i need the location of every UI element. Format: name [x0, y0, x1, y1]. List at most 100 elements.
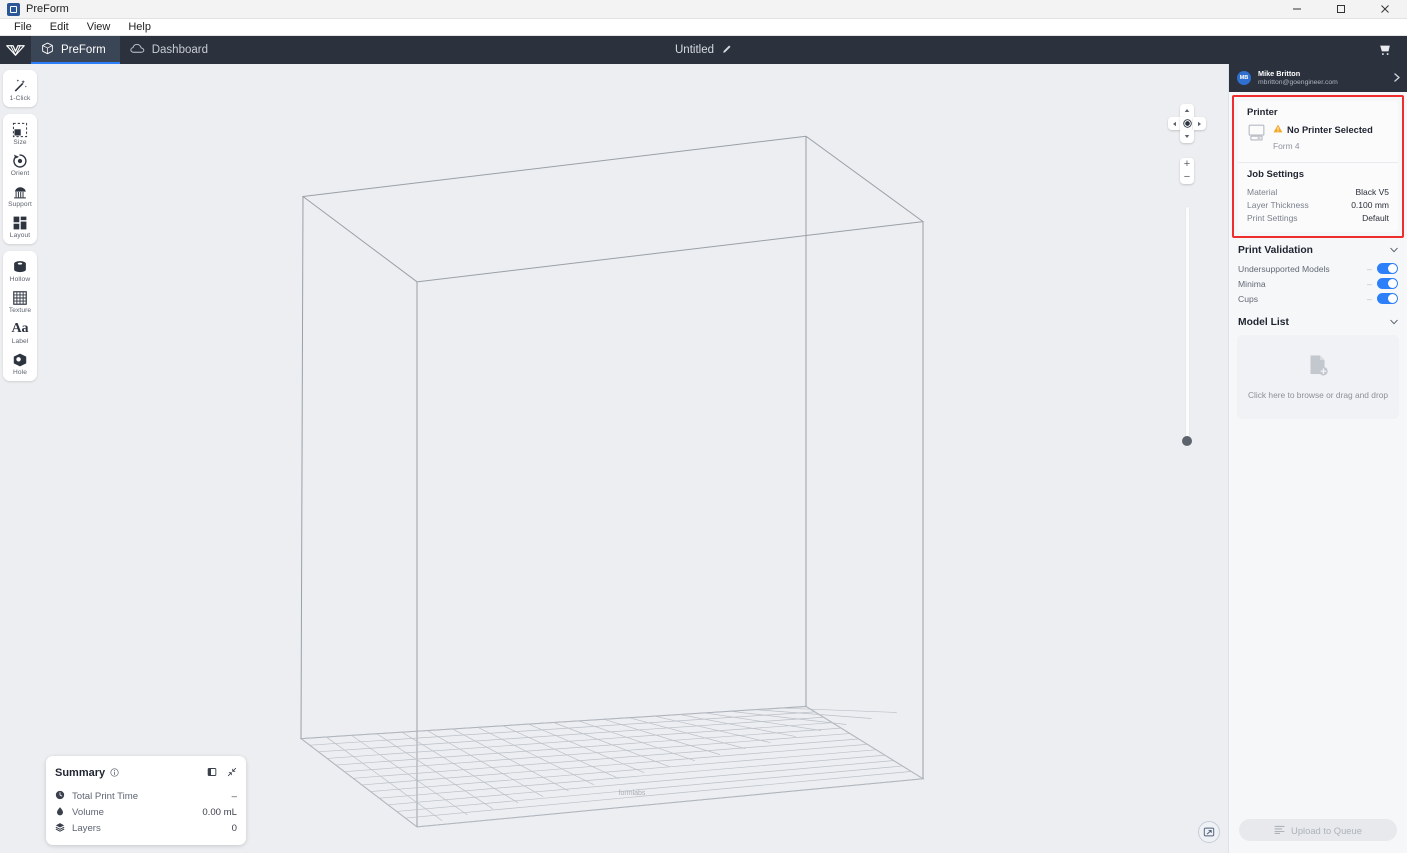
volume-icon	[55, 806, 65, 819]
tool-hollow[interactable]: Hollow	[3, 255, 37, 286]
job-row-layer-thickness[interactable]: Layer Thickness 0.100 mm	[1247, 198, 1389, 211]
printer-section-title: Printer	[1247, 107, 1278, 118]
tool-one-click-label: 1-Click	[9, 95, 31, 102]
tool-one-click[interactable]: 1-Click	[3, 74, 37, 105]
cloud-icon	[130, 43, 145, 57]
platform-logo-text: formlabs	[619, 790, 646, 797]
app-logo-icon	[7, 2, 20, 16]
red-highlight-box: Printer No Printer Selected Form 4 Job S…	[1232, 95, 1404, 238]
zoom-in-button[interactable]: +	[1180, 158, 1194, 171]
caret-down-icon[interactable]	[1390, 246, 1398, 255]
fit-to-view-icon[interactable]	[1198, 821, 1220, 843]
validation-row-undersupported: Undersupported Models –	[1229, 261, 1407, 276]
printer-status-text: No Printer Selected Form 4	[1273, 123, 1373, 154]
job-row-material-value: Black V5	[1355, 186, 1389, 197]
summary-row-print-time: Total Print Time –	[55, 788, 237, 804]
job-row-layer-thickness-value: 0.100 mm	[1351, 199, 1389, 210]
menu-view[interactable]: View	[78, 19, 120, 36]
tab-preform[interactable]: PreForm	[31, 36, 120, 64]
minimize-button[interactable]	[1275, 0, 1319, 19]
validation-toggle-undersupported[interactable]	[1377, 263, 1398, 274]
summary-row-layers-label: Layers	[72, 822, 101, 834]
print-validation-header[interactable]: Print Validation	[1229, 238, 1407, 261]
model-list-header[interactable]: Model List	[1229, 306, 1407, 333]
job-settings-section[interactable]: Job Settings Material Black V5 Layer Thi…	[1238, 162, 1398, 232]
pan-down-button[interactable]	[1180, 130, 1194, 143]
tool-support-label: Support	[8, 201, 32, 208]
preform-application-window: PreForm File Edit View Help PreForm Dash…	[0, 0, 1407, 853]
account-email: mbritton@goengineer.com	[1258, 79, 1338, 86]
account-name: Mike Britton	[1258, 69, 1301, 78]
app-header: PreForm Dashboard Untitled	[0, 36, 1407, 64]
validation-row-cups-label: Cups	[1238, 293, 1259, 304]
text-label-icon: Aa	[11, 320, 29, 336]
recenter-button[interactable]	[1180, 117, 1194, 130]
collapse-icon[interactable]	[227, 764, 237, 782]
validation-toggle-cups[interactable]	[1377, 293, 1398, 304]
cube-icon	[41, 42, 54, 58]
tool-hole[interactable]: Hole	[3, 348, 37, 379]
menubar: File Edit View Help	[0, 19, 1407, 36]
pencil-icon[interactable]	[722, 44, 732, 57]
job-row-print-settings-label: Print Settings	[1247, 212, 1298, 223]
validation-row-minima-dash: –	[1366, 278, 1372, 289]
menu-file[interactable]: File	[5, 19, 41, 36]
tool-hole-label: Hole	[13, 369, 27, 376]
printer-status-label: No Printer Selected	[1287, 124, 1373, 135]
tool-label[interactable]: Aa Label	[3, 317, 37, 348]
layout-grid-icon	[12, 214, 28, 231]
job-settings-title: Job Settings	[1247, 169, 1305, 180]
tool-orient-label: Orient	[10, 170, 30, 177]
maximize-button[interactable]	[1319, 0, 1363, 19]
caret-down-icon[interactable]	[1390, 318, 1398, 327]
menu-help[interactable]: Help	[119, 19, 160, 36]
close-button[interactable]	[1363, 0, 1407, 19]
printer-status-row[interactable]: No Printer Selected Form 4	[1247, 123, 1389, 154]
panel-toggle-icon[interactable]	[207, 764, 217, 782]
info-icon[interactable]	[110, 764, 119, 782]
validation-row-undersupported-dash: –	[1366, 263, 1372, 274]
zoom-slider-handle[interactable]	[1182, 436, 1192, 446]
tool-label-label: Label	[11, 338, 29, 345]
tool-texture[interactable]: Texture	[3, 286, 37, 317]
layers-icon	[55, 822, 65, 835]
tool-texture-label: Texture	[8, 307, 32, 314]
menu-edit[interactable]: Edit	[41, 19, 78, 36]
account-button[interactable]: MB Mike Britton mbritton@goengineer.com	[1229, 64, 1407, 92]
validation-row-minima-label: Minima	[1238, 278, 1266, 289]
tool-orient[interactable]: Orient	[3, 149, 37, 180]
toolbar-group-1: 1-Click	[3, 70, 37, 107]
summary-row-volume-label: Volume	[72, 806, 104, 818]
rotate-icon	[12, 152, 28, 169]
tab-dashboard[interactable]: Dashboard	[120, 36, 222, 64]
tool-layout[interactable]: Layout	[3, 211, 37, 242]
summary-row-layers-value: 0	[231, 822, 237, 834]
zoom-slider-track[interactable]	[1185, 207, 1189, 447]
job-row-print-settings[interactable]: Print Settings Default	[1247, 211, 1389, 224]
shopping-cart-icon[interactable]	[1373, 38, 1397, 62]
pan-dpad	[1168, 104, 1206, 150]
model-dropzone[interactable]: Click here to browse or drag and drop	[1237, 335, 1399, 419]
upload-to-queue-button[interactable]: Upload to Queue	[1239, 819, 1397, 841]
printer-section[interactable]: Printer No Printer Selected Form 4	[1238, 101, 1398, 162]
tool-size[interactable]: Size	[3, 118, 37, 149]
validation-row-undersupported-label: Undersupported Models	[1238, 263, 1330, 274]
pan-up-button[interactable]	[1180, 104, 1194, 117]
scale-icon	[12, 121, 28, 138]
job-row-print-settings-value: Default	[1362, 212, 1389, 223]
pan-right-button[interactable]	[1193, 117, 1206, 130]
right-panel: MB Mike Britton mbritton@goengineer.com …	[1228, 64, 1407, 853]
printer-icon	[1247, 123, 1266, 147]
validation-toggle-minima[interactable]	[1377, 278, 1398, 289]
job-row-material[interactable]: Material Black V5	[1247, 185, 1389, 198]
model-dropzone-text: Click here to browse or drag and drop	[1247, 390, 1389, 400]
view-navigation-controls: + −	[1168, 104, 1206, 184]
tool-support[interactable]: Support	[3, 180, 37, 211]
header-right-actions	[1373, 36, 1407, 64]
build-volume-wireframe: formlabs	[299, 135, 925, 828]
zoom-out-button[interactable]: −	[1180, 171, 1194, 184]
document-title: Untitled	[675, 44, 714, 56]
printer-card-highlight-wrapper: Printer No Printer Selected Form 4 Job S…	[1229, 92, 1407, 238]
zoom-slider[interactable]	[1182, 207, 1192, 447]
3d-viewport[interactable]: formlabs + − Summary Total Print Time – …	[40, 64, 1228, 853]
